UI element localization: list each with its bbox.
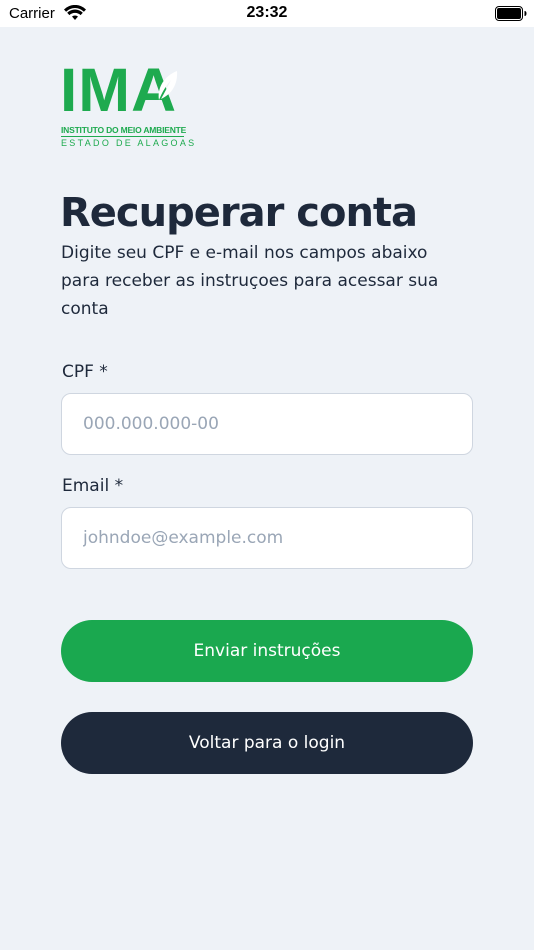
ima-logo: IMA INSTITUTO DO MEIO AMBIENTE ESTADO DE… xyxy=(60,60,194,150)
battery-icon xyxy=(495,6,527,21)
status-bar: Carrier 23:32 xyxy=(0,0,534,27)
logo-divider xyxy=(61,136,184,137)
email-input[interactable] xyxy=(61,507,473,569)
page-subtitle: Digite seu CPF e e-mail nos campos abaix… xyxy=(61,243,439,319)
send-instructions-button[interactable]: Enviar instruções xyxy=(61,620,473,682)
page-title: Recuperar conta xyxy=(60,190,418,236)
cpf-label: CPF * xyxy=(62,362,108,382)
cpf-input[interactable] xyxy=(61,393,473,455)
email-label: Email * xyxy=(62,476,124,496)
clock: 23:32 xyxy=(246,4,288,21)
logo-state-name: ESTADO DE ALAGOAS xyxy=(61,138,197,148)
leaf-icon xyxy=(158,71,178,100)
logo-institute-name: INSTITUTO DO MEIO AMBIENTE xyxy=(61,125,187,135)
back-to-login-button[interactable]: Voltar para o login xyxy=(61,712,473,774)
